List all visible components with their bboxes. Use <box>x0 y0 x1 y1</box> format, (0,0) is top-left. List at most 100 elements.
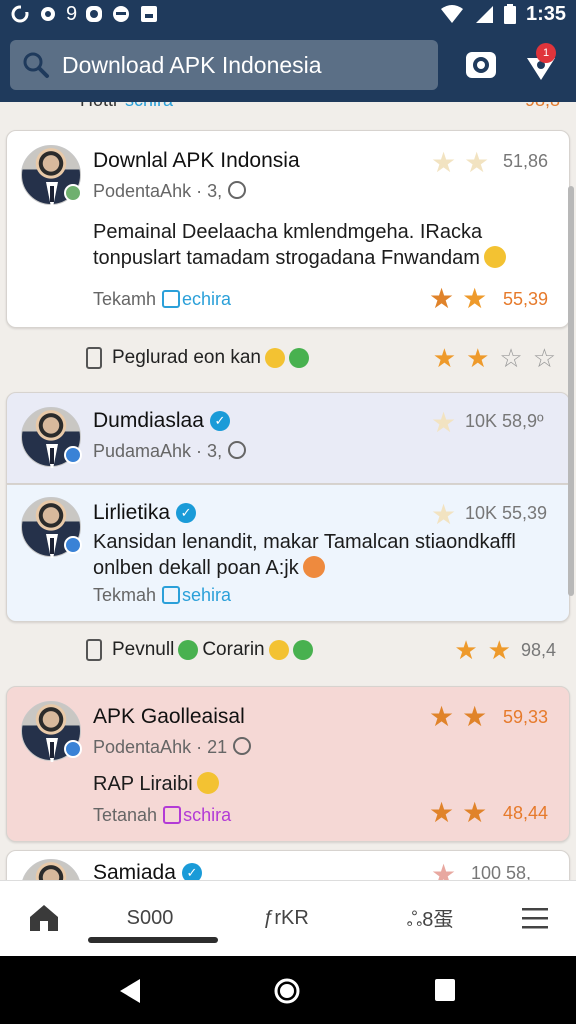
search-input[interactable]: Download APK Indonesia <box>62 52 322 79</box>
post-body: Kansidan lenandit, makar Tamalcan stiaon… <box>93 531 516 579</box>
checkbox-icon <box>162 586 181 604</box>
avatar[interactable] <box>21 859 81 880</box>
meta-row[interactable]: Pevnull Corarin ★ ★ 98,4 <box>86 632 556 668</box>
bottom-nav: S000 ƒrKR ஃ8蛋 <box>0 880 576 956</box>
menu-icon <box>522 908 548 929</box>
post-author[interactable]: Samiada ✓ <box>93 861 202 880</box>
app-bar: Download APK Indonesia 1 <box>0 28 576 102</box>
star-icon: ★ <box>466 343 490 373</box>
nav-indicator <box>88 937 218 943</box>
peek-label: Hotti <box>80 102 117 111</box>
rating-value: 55,39 <box>503 289 549 309</box>
nav-item-4[interactable]: ஃ8蛋 <box>380 901 480 935</box>
nav-item-3[interactable]: ƒrKR <box>236 901 336 935</box>
search-bar[interactable]: Download APK Indonesia <box>10 40 438 90</box>
scrollbar[interactable] <box>568 186 574 596</box>
rating-value: 51,86 <box>503 151 549 171</box>
post-card[interactable]: Dumdiaslaa ✓ PudamaAhk · 3, ★ 10K 58,9º <box>6 392 570 484</box>
star-outline-icon: ☆ <box>499 343 523 373</box>
rating-stars: ★ ★ <box>429 701 488 732</box>
post-tag-link[interactable]: sehira <box>182 585 231 605</box>
rating-stars: ★ ★ <box>431 147 490 178</box>
avatar[interactable] <box>21 407 82 468</box>
rating-stars: ★ <box>431 407 457 438</box>
signal-icon <box>475 6 493 23</box>
globe-icon <box>228 441 247 459</box>
checkbox-icon <box>163 806 182 824</box>
rating-value: 48,44 <box>503 803 549 823</box>
battery-icon <box>503 4 516 24</box>
home-icon <box>30 905 58 931</box>
meta-row-rating: 98,4 <box>520 639 556 660</box>
peek-link[interactable]: schira <box>125 102 173 111</box>
rating-value: 100 58, <box>471 863 532 880</box>
recents-icon[interactable] <box>434 978 456 1002</box>
post-tag-link[interactable]: schira <box>183 805 231 825</box>
nav-item-2[interactable]: S000 <box>100 901 200 935</box>
plant-emoji-icon <box>178 640 199 660</box>
smile-emoji-icon <box>268 640 289 660</box>
post-meta: PodentaAhk · 3, <box>93 181 247 202</box>
post-tag: Tekamh echira <box>93 289 232 309</box>
clock: 1:35 <box>525 2 566 25</box>
post-card[interactable]: Lirlietika ✓ ★ 10K 55,39 Kansidan lenandi… <box>6 484 570 622</box>
document-icon <box>86 347 102 369</box>
wifi-icon <box>440 5 463 23</box>
rating-value: 10K 58,9º <box>465 411 544 431</box>
post-meta: PodentaAhk · 21 <box>93 737 252 758</box>
smile-emoji-icon <box>483 246 506 268</box>
notification-badge: 1 <box>536 43 556 63</box>
rating-value: 10K 55,39 <box>465 503 548 523</box>
nav-home[interactable] <box>24 901 64 935</box>
feed[interactable]: Hotti schira 98,8 Downlal APK Indonsia P… <box>0 102 576 880</box>
avatar[interactable] <box>21 701 82 762</box>
smile-emoji-icon <box>264 348 285 368</box>
app-icon <box>86 6 103 22</box>
star-icon: ★ <box>454 635 478 665</box>
post-card[interactable]: Samiada ✓ ★ 100 58, <box>6 850 570 880</box>
post-tag: Tekmah sehira <box>93 585 232 605</box>
avatar[interactable] <box>21 497 82 558</box>
rating-stars: ★ <box>431 859 457 881</box>
meta-row-text-2: Corarin <box>202 639 265 660</box>
globe-icon <box>233 737 252 755</box>
rating-stars: ★ <box>431 499 457 530</box>
post-author[interactable]: Lirlietika ✓ <box>93 501 197 525</box>
search-icon <box>23 52 49 78</box>
avatar[interactable] <box>21 145 82 206</box>
camera-icon[interactable] <box>464 48 498 82</box>
peek-top-row: Hotti schira 98,8 <box>80 102 560 110</box>
post-meta: PudamaAhk · 3, <box>93 441 247 462</box>
verified-icon: ✓ <box>176 503 197 523</box>
nav-menu[interactable] <box>512 901 558 935</box>
meta-row-text: Peglurad eon kan <box>112 347 261 368</box>
system-nav-bar <box>0 956 576 1024</box>
post-tag-link[interactable]: echira <box>182 289 231 309</box>
star-icon: ★ <box>432 343 457 373</box>
post-tag: Tetanah schira <box>93 805 232 825</box>
post-author[interactable]: APK Gaolleaisal <box>93 705 245 729</box>
star-outline-icon: ☆ <box>532 343 556 373</box>
peek-rating: 98,8 <box>525 102 560 111</box>
rating-value: 59,33 <box>503 707 549 727</box>
post-author[interactable]: Dumdiaslaa ✓ <box>93 409 230 433</box>
green-emoji-icon <box>288 348 309 368</box>
back-icon[interactable] <box>118 978 142 1004</box>
document-icon <box>86 639 102 661</box>
post-body: RAP Liraibi <box>93 771 549 797</box>
post-card[interactable]: Downlal APK Indonsia PodentaAhk · 3, ★ ★ … <box>6 130 570 328</box>
chat-icon <box>113 6 130 22</box>
settings-icon <box>41 7 55 21</box>
post-body: Pemainal Deelaacha kmlendmgeha. IRacka t… <box>93 219 549 271</box>
download-icon <box>141 6 158 22</box>
green-emoji-icon <box>292 640 313 660</box>
verified-icon: ✓ <box>181 863 202 880</box>
meta-row-text: Pevnull <box>112 639 175 660</box>
status-text-left: 9 <box>66 2 78 25</box>
globe-icon <box>228 181 247 199</box>
meta-row[interactable]: Peglurad eon kan ★ ★ ☆ ☆ <box>86 340 556 376</box>
post-author[interactable]: Downlal APK Indonsia <box>93 149 300 173</box>
rating-stars: ★ ★ <box>429 283 488 314</box>
post-card[interactable]: APK Gaolleaisal PodentaAhk · 21 ★ ★ 59,33… <box>6 686 570 842</box>
home-button-icon[interactable] <box>274 978 300 1004</box>
